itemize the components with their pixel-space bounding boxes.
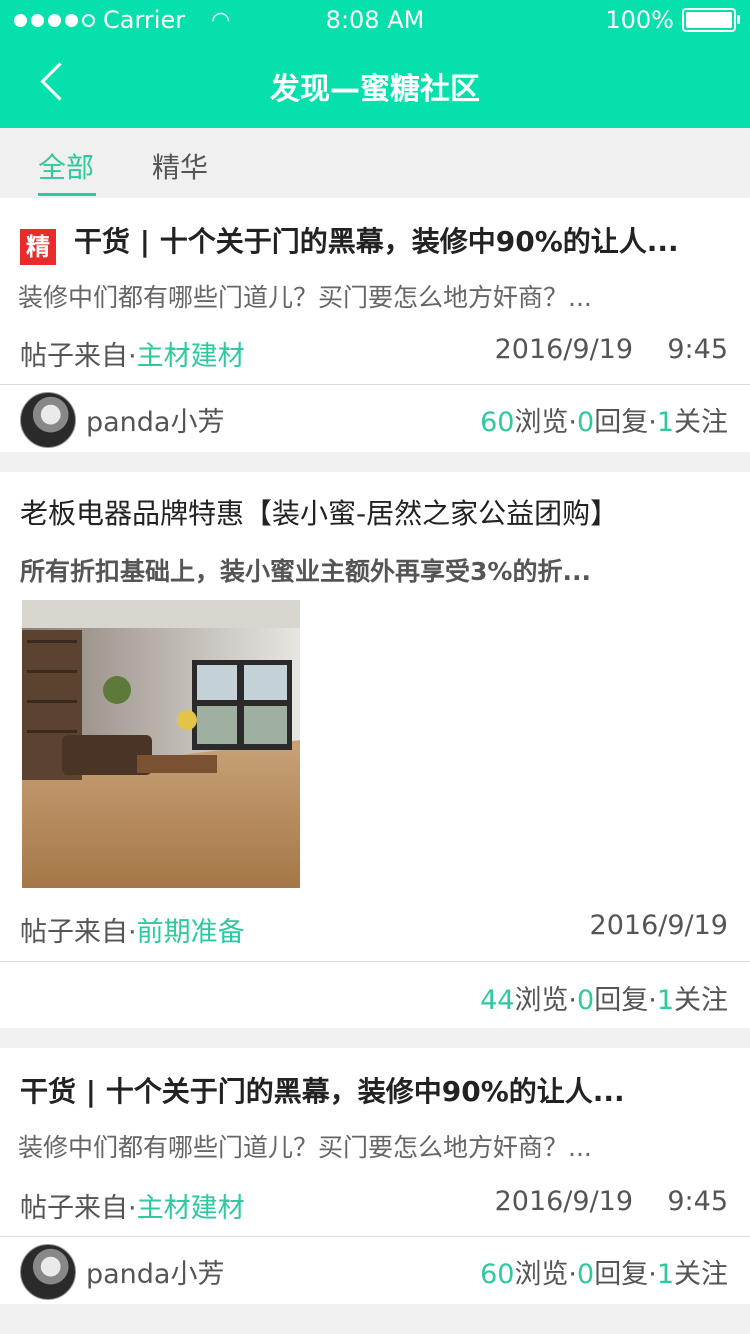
divider (0, 1236, 750, 1237)
page-title: 发现—蜜糖社区 (270, 72, 480, 107)
divider (0, 961, 750, 962)
post-title: 干货 | 十个关于门的黑幕，装修中90%的让人... (74, 225, 679, 258)
views-count: 60 (480, 407, 515, 438)
post-summary: 装修中们都有哪些门道儿？买门要怎么地方奸商？... (18, 283, 592, 312)
tab-bar: 全部 精华 (0, 128, 750, 196)
post-date: 2016/9/19 9:45 (494, 334, 728, 365)
post-source: 帖子来自·前期准备 (20, 917, 245, 948)
follows-count: 1 (656, 407, 674, 438)
post-date: 2016/9/19 (589, 910, 728, 941)
app-header: Carrier ◠ 8:08 AM 100% 发现—蜜糖社区 (0, 0, 750, 128)
replies-count: 0 (577, 407, 595, 438)
status-bar: Carrier ◠ 8:08 AM 100% (0, 4, 750, 38)
follows-count: 1 (656, 985, 674, 1016)
views-count: 44 (480, 985, 515, 1016)
tab-indicator (38, 193, 96, 196)
post-card[interactable]: 老板电器品牌特惠【装小蜜-居然之家公益团购】 所有折扣基础上，装小蜜业主额外再享… (0, 472, 750, 1028)
featured-badge: 精 (20, 229, 56, 265)
post-card[interactable]: 精干货 | 十个关于门的黑幕，装修中90%的让人... 装修中们都有哪些门道儿？… (0, 198, 750, 452)
post-title: 干货 | 十个关于门的黑幕，装修中90%的让人... (20, 1075, 625, 1108)
post-source: 帖子来自·主材建材 (20, 341, 245, 372)
views-count: 60 (480, 1259, 515, 1290)
tab-featured[interactable]: 精华 (152, 146, 208, 186)
post-title: 老板电器品牌特惠【装小蜜-居然之家公益团购】 (20, 497, 619, 530)
post-summary: 所有折扣基础上，装小蜜业主额外再享受3%的折... (20, 557, 591, 586)
post-image[interactable] (22, 600, 300, 888)
replies-count: 0 (577, 1259, 595, 1290)
battery-percent: 100% (605, 6, 674, 34)
source-category-link[interactable]: 前期准备 (137, 917, 245, 948)
battery-icon (682, 8, 740, 32)
post-stats: 44浏览·0回复·1关注 (480, 985, 728, 1016)
tab-all[interactable]: 全部 (38, 146, 94, 186)
post-stats: 60浏览·0回复·1关注 (480, 407, 728, 438)
avatar[interactable] (20, 1244, 76, 1300)
post-date: 2016/9/19 9:45 (494, 1186, 728, 1217)
author-name[interactable]: panda小芳 (86, 400, 224, 439)
post-stats: 60浏览·0回复·1关注 (480, 1259, 728, 1290)
post-card[interactable]: 干货 | 十个关于门的黑幕，装修中90%的让人... 装修中们都有哪些门道儿？买… (0, 1048, 750, 1304)
divider (0, 384, 750, 385)
follows-count: 1 (656, 1259, 674, 1290)
source-category-link[interactable]: 主材建材 (137, 341, 245, 372)
avatar[interactable] (20, 392, 76, 448)
source-category-link[interactable]: 主材建材 (137, 1193, 245, 1224)
post-summary: 装修中们都有哪些门道儿？买门要怎么地方奸商？... (18, 1133, 592, 1162)
replies-count: 0 (577, 985, 595, 1016)
post-source: 帖子来自·主材建材 (20, 1193, 245, 1224)
author-name[interactable]: panda小芳 (86, 1252, 224, 1291)
